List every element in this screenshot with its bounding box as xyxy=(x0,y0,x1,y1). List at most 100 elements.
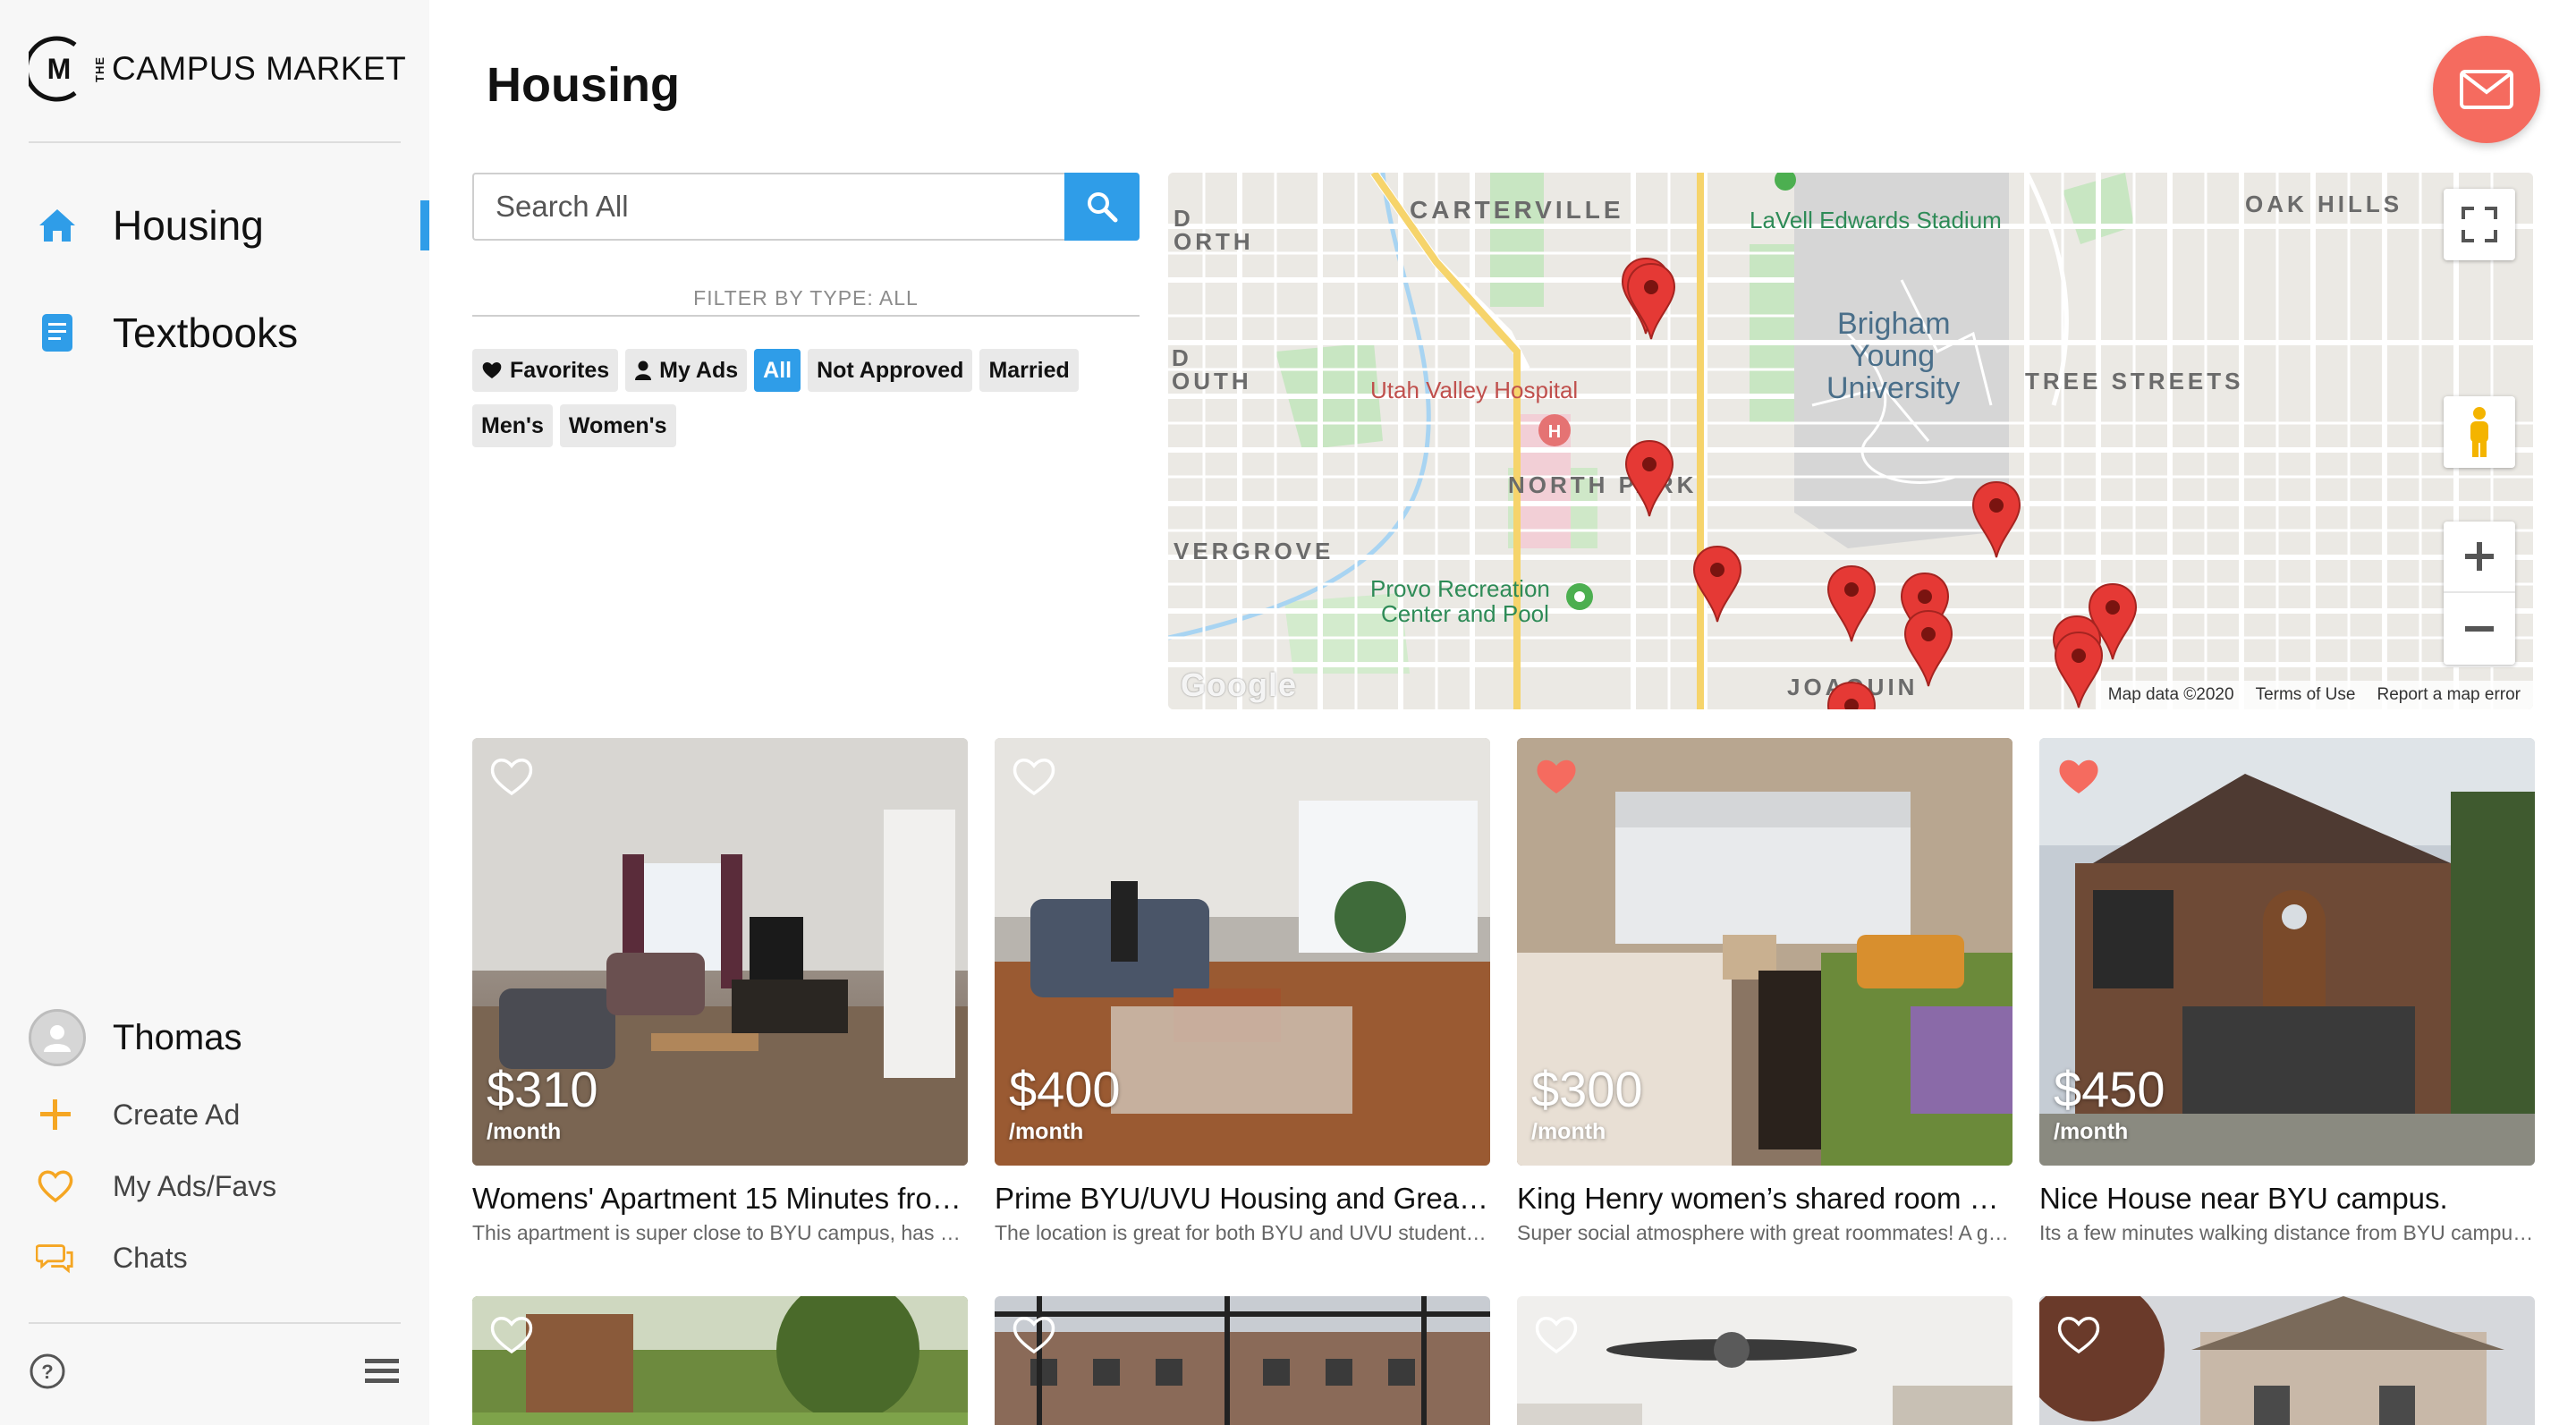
heart-outline-icon xyxy=(36,1166,75,1206)
chats-label: Chats xyxy=(113,1241,188,1274)
listing-period: /month xyxy=(2054,1119,2129,1144)
user-profile[interactable]: Thomas xyxy=(29,1009,242,1066)
sidebar-item-housing[interactable]: Housing xyxy=(36,199,264,252)
filter-chip-not-approved[interactable]: Not Approved xyxy=(808,349,973,392)
search-icon xyxy=(1088,192,1118,223)
app-root: M THE CAMPUS MARKET Housing Textbooks Th… xyxy=(0,0,2576,1425)
map-pin xyxy=(1627,263,1675,340)
listing-price: $400 xyxy=(1009,1061,1121,1117)
my-ads-favs-label: My Ads/Favs xyxy=(113,1169,277,1202)
plus-icon xyxy=(2465,542,2494,571)
favorite-heart-icon[interactable] xyxy=(2055,1310,2102,1357)
map-pin xyxy=(1625,440,1674,517)
listing-photo: $400 /month xyxy=(995,738,1490,1166)
listing-card[interactable]: $310 /month Womens' Apartment 15 Minutes… xyxy=(472,738,968,1245)
favorite-heart-filled-icon[interactable] xyxy=(1533,752,1580,799)
mail-icon xyxy=(2460,70,2513,109)
map-pin xyxy=(1972,481,2021,558)
favorite-heart-icon[interactable] xyxy=(1533,1310,1580,1357)
listing-price: $310 xyxy=(487,1061,598,1117)
favorite-heart-icon[interactable] xyxy=(1011,1310,1057,1357)
listing-description: Its a few minutes walking distance from … xyxy=(2039,1221,2535,1244)
map-pin xyxy=(1693,546,1741,623)
avatar xyxy=(29,1009,86,1066)
listing-title[interactable]: King Henry women’s shared room contract xyxy=(1517,1182,2012,1216)
chat-bubbles-icon xyxy=(36,1238,75,1277)
listing-period: /month xyxy=(1531,1119,1606,1144)
svg-text:?: ? xyxy=(41,1361,53,1383)
listing-card[interactable]: $400 /month Prime BYU/UVU Housing and Gr… xyxy=(995,738,1490,1245)
listing-description: The location is great for both BYU and U… xyxy=(995,1221,1490,1244)
report-map-error-link[interactable]: Report a map error xyxy=(2377,685,2521,705)
messages-fab-button[interactable] xyxy=(2433,36,2540,143)
filter-chip-womens[interactable]: Women's xyxy=(559,404,676,447)
create-ad-link[interactable]: Create Ad xyxy=(36,1095,240,1134)
fullscreen-icon xyxy=(2462,207,2497,242)
map-footer: Map data ©2020 Terms of Use Report a map… xyxy=(2095,681,2533,709)
sidebar-item-textbooks[interactable]: Textbooks xyxy=(36,306,298,360)
sidebar-item-label: Housing xyxy=(113,202,264,249)
google-logo: Google xyxy=(1181,666,1297,703)
search-bar xyxy=(472,173,1140,241)
listing-period: /month xyxy=(487,1119,562,1144)
logo-mark-letter: M xyxy=(47,53,72,85)
listing-card[interactable] xyxy=(995,1296,1490,1425)
sidebar-divider-top xyxy=(29,141,401,143)
listing-description: This apartment is super close to BYU cam… xyxy=(472,1221,968,1244)
search-input[interactable] xyxy=(472,173,1064,241)
home-icon xyxy=(36,204,79,247)
street-view-button[interactable] xyxy=(2444,396,2515,468)
logo-the: THE xyxy=(93,55,106,82)
fullscreen-button[interactable] xyxy=(2444,189,2515,260)
heart-icon xyxy=(482,362,502,378)
listing-card[interactable] xyxy=(2039,1296,2535,1425)
active-indicator xyxy=(420,200,429,250)
map-pins xyxy=(1622,258,2137,709)
zoom-in-button[interactable] xyxy=(2444,522,2515,593)
listing-photo xyxy=(1517,1296,2012,1425)
filter-divider xyxy=(472,315,1140,317)
filter-chip-my-ads[interactable]: My Ads xyxy=(625,349,748,392)
listing-photo xyxy=(472,1296,968,1425)
book-icon xyxy=(36,311,79,354)
chats-link[interactable]: Chats xyxy=(36,1238,188,1277)
favorite-heart-filled-icon[interactable] xyxy=(2055,752,2102,799)
help-icon[interactable]: ? xyxy=(29,1353,66,1390)
listing-card[interactable] xyxy=(1517,1296,2012,1425)
person-icon xyxy=(635,360,652,380)
filter-chip-mens[interactable]: Men's xyxy=(472,404,553,447)
filter-chip-married[interactable]: Married xyxy=(979,349,1079,392)
listing-title[interactable]: Nice House near BYU campus. xyxy=(2039,1182,2535,1216)
favorite-heart-icon[interactable] xyxy=(488,1310,535,1357)
listing-card[interactable]: $300 /month King Henry women’s shared ro… xyxy=(1517,738,2012,1245)
map-pin xyxy=(1904,610,1953,687)
my-ads-favs-link[interactable]: My Ads/Favs xyxy=(36,1166,276,1206)
hamburger-menu-icon[interactable] xyxy=(363,1353,401,1390)
favorite-heart-icon[interactable] xyxy=(1011,752,1057,799)
listing-photo: $310 /month xyxy=(472,738,968,1166)
map-pin xyxy=(1827,565,1876,642)
filter-chip-all[interactable]: All xyxy=(754,349,801,392)
listing-photo: $300 /month xyxy=(1517,738,2012,1166)
search-button[interactable] xyxy=(1064,173,1140,241)
listing-period: /month xyxy=(1009,1119,1084,1144)
listing-title[interactable]: Prime BYU/UVU Housing and Great Roommate… xyxy=(995,1182,1490,1216)
terms-link[interactable]: Terms of Use xyxy=(2256,685,2356,705)
page-title: Housing xyxy=(487,58,680,112)
listing-card[interactable] xyxy=(472,1296,968,1425)
logo-mark-icon: M xyxy=(23,34,89,104)
listing-card[interactable]: $450 /month Nice House near BYU campus. … xyxy=(2039,738,2535,1245)
filter-chip-favorites[interactable]: Favorites xyxy=(472,349,619,392)
logo-name: CAMPUS MARKET xyxy=(112,50,407,87)
listing-title[interactable]: Womens' Apartment 15 Minutes from BYU xyxy=(472,1182,968,1216)
minus-icon xyxy=(2465,626,2494,632)
map[interactable]: H CARTERVILLE LaVell Edwards Stadium OAK… xyxy=(1168,173,2533,709)
pegman-icon xyxy=(2470,407,2488,457)
brand-logo[interactable]: M THE CAMPUS MARKET xyxy=(23,34,407,104)
zoom-out-button[interactable] xyxy=(2444,593,2515,665)
listing-photo xyxy=(2039,1296,2535,1425)
zoom-controls xyxy=(2444,522,2515,665)
favorite-heart-icon[interactable] xyxy=(488,752,535,799)
listing-price: $300 xyxy=(1531,1061,1643,1117)
plus-icon xyxy=(36,1095,75,1134)
